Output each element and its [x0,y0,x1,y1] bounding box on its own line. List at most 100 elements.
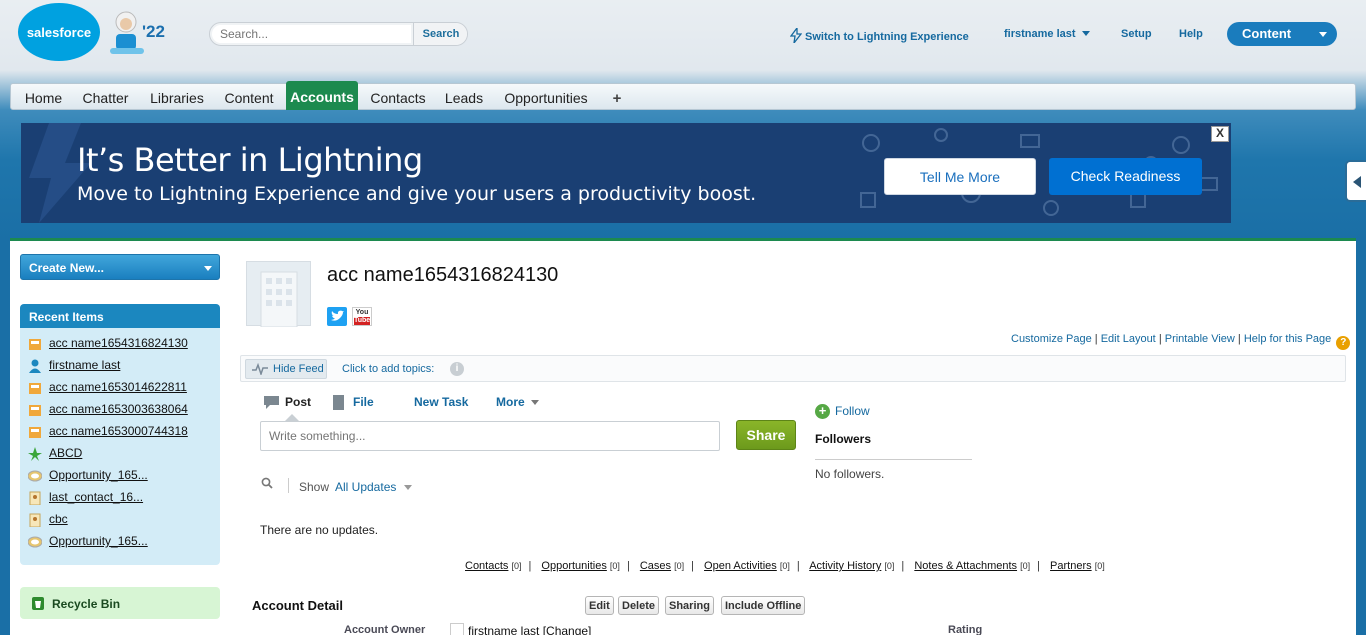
list-item[interactable]: cbc [20,512,220,534]
chevron-down-icon [1081,31,1090,36]
list-item[interactable]: acc name1653000744318 [20,424,220,446]
list-item[interactable]: acc name1653003638064 [20,402,220,424]
tab-accounts[interactable]: Accounts [286,81,358,110]
recent-item-link[interactable]: last_contact_16... [49,490,143,504]
switch-to-lightning-link[interactable]: Switch to Lightning Experience [789,26,969,46]
tab-leads[interactable]: Leads [438,84,490,109]
help-link[interactable]: Help [1179,28,1203,40]
recent-item-link[interactable]: acc name1653014622811 [49,380,187,394]
recent-item-link[interactable]: acc name1653000744318 [49,424,188,438]
related-open-activities-link[interactable]: Open Activities [704,560,777,572]
create-new-menu[interactable]: Create New... [20,254,220,280]
edit-layout-link[interactable]: Edit Layout [1101,333,1156,345]
recent-item-link[interactable]: Opportunity_165... [49,468,148,482]
post-bubble-icon [264,396,279,409]
recent-item-link[interactable]: Opportunity_165... [49,534,148,548]
related-count: [0] [1094,561,1105,571]
publisher-post-tab[interactable]: Post [285,395,311,409]
add-topics-link[interactable]: Click to add topics: [342,363,434,375]
link-separator: | [691,560,694,572]
related-count: [0] [674,561,685,571]
related-count: [0] [884,561,895,571]
account-building-icon [246,261,311,328]
hide-feed-label: Hide Feed [273,363,324,375]
contact-icon [29,513,41,527]
help-for-page-link[interactable]: Help for this Page [1244,333,1331,345]
search-input[interactable] [212,25,411,43]
related-partners-link[interactable]: Partners [1050,560,1092,572]
chevron-down-icon [1319,32,1327,37]
chevron-down-icon [530,400,539,405]
setup-link[interactable]: Setup [1121,28,1152,40]
list-item[interactable]: firstname last [20,358,220,380]
tab-contacts[interactable]: Contacts [362,84,434,109]
global-search: Search [209,22,468,46]
tab-home[interactable]: Home [15,84,72,109]
tab-content[interactable]: Content [217,84,281,109]
recent-item-link[interactable]: cbc [49,512,68,526]
recent-item-link[interactable]: acc name1653003638064 [49,402,188,416]
no-followers-message: No followers. [815,467,885,481]
publisher-more-tab[interactable]: More [496,395,539,409]
salesforce-logo[interactable]: salesforce [18,3,100,61]
related-cases-link[interactable]: Cases [640,560,671,572]
related-notes-attachments-link[interactable]: Notes & Attachments [914,560,1017,572]
related-activity-history-link[interactable]: Activity History [809,560,881,572]
youtube-icon[interactable]: You Tube [352,307,372,326]
related-count: [0] [511,561,522,571]
publisher-caret [285,414,299,421]
account-detail-heading: Account Detail [252,598,344,613]
banner-title: It’s Better in Lightning [77,141,423,179]
tab-chatter[interactable]: Chatter [74,84,137,109]
customize-page-link[interactable]: Customize Page [1011,333,1092,345]
publisher-new-task-tab[interactable]: New Task [414,395,468,409]
edit-button[interactable]: Edit [585,596,614,615]
list-item[interactable]: acc name1653014622811 [20,380,220,402]
printable-view-link[interactable]: Printable View [1165,333,1235,345]
follow-link[interactable]: Follow [835,404,870,418]
related-contacts-link[interactable]: Contacts [465,560,508,572]
list-item[interactable]: last_contact_16... [20,490,220,512]
list-item[interactable]: acc name1654316824130 [20,336,220,358]
help-icon[interactable]: ? [1336,336,1351,350]
account-owner-label: Account Owner [344,624,426,635]
user-menu[interactable]: firstname last [1004,28,1090,40]
recycle-bin-link[interactable]: Recycle Bin [20,587,220,619]
contact-icon [29,491,41,505]
tab-libraries[interactable]: Libraries [139,84,215,109]
app-menu-label: Content [1242,26,1292,41]
recent-items-list: acc name1654316824130 firstname last acc… [20,328,220,565]
sidebar-collapse-handle[interactable] [1345,160,1366,202]
tab-opportunities[interactable]: Opportunities [496,84,596,109]
empty-feed-message: There are no updates. [260,523,379,537]
info-icon[interactable]: i [450,362,464,376]
account-owner-value[interactable]: firstname last [Change] [468,624,591,635]
link-separator: | [901,560,905,572]
twitter-icon[interactable] [327,307,347,326]
list-item[interactable]: Opportunity_165... [20,468,220,490]
tell-me-more-button[interactable]: Tell Me More [884,158,1036,195]
hide-feed-button[interactable]: Hide Feed [245,359,327,379]
recent-item-link[interactable]: ABCD [49,446,82,460]
publisher-file-tab[interactable]: File [353,395,374,409]
related-opportunities-link[interactable]: Opportunities [541,560,606,572]
follow-plus-icon[interactable]: + [815,404,830,419]
close-banner-icon[interactable]: X [1211,126,1229,142]
recent-item-link[interactable]: firstname last [49,358,120,372]
all-tabs-plus-icon[interactable]: + [607,84,627,109]
list-item[interactable]: ABCD [20,446,220,468]
delete-button[interactable]: Delete [618,596,660,615]
list-item[interactable]: Opportunity_165... [20,534,220,556]
recent-item-link[interactable]: acc name1654316824130 [49,336,188,350]
opportunity-icon [28,470,42,482]
share-button[interactable]: Share [736,420,796,450]
post-input[interactable] [260,421,720,451]
app-menu-button[interactable]: Content [1227,22,1337,46]
search-button[interactable]: Search [413,23,467,45]
feed-filter-dropdown[interactable]: All Updates [335,480,413,494]
search-icon[interactable] [261,477,273,489]
global-header: salesforce '22 Search Switch to Lightnin… [0,0,1366,78]
sharing-button[interactable]: Sharing [665,596,714,615]
include-offline-button[interactable]: Include Offline [721,596,806,615]
check-readiness-button[interactable]: Check Readiness [1049,158,1202,195]
